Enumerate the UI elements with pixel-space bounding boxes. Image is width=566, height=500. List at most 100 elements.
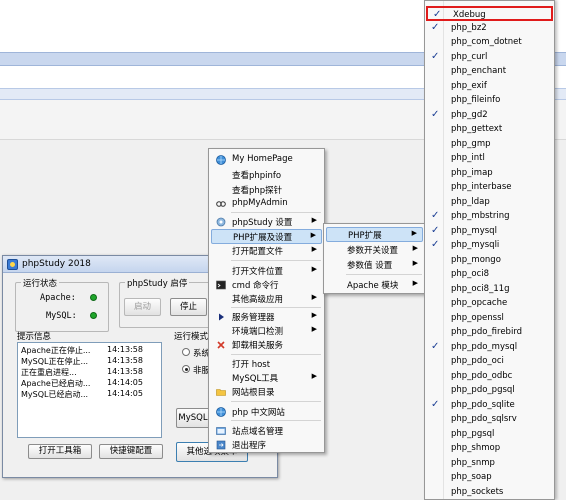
menu-item-php-extensions[interactable]: PHP扩展及设置 ▶ <box>211 229 322 244</box>
extension-name: php_pgsql <box>451 428 495 439</box>
menu-item-php-probe[interactable]: 查看php探针 <box>211 182 322 197</box>
extension-item[interactable]: php_opcache <box>426 296 553 311</box>
extension-name: php_gmp <box>451 138 491 149</box>
extension-name: php_intl <box>451 153 485 163</box>
apache-label: Apache: <box>40 293 76 303</box>
globe-icon <box>216 407 226 417</box>
mysql-manager-button[interactable]: MySQL <box>176 408 210 428</box>
menu-item-uninstall-services[interactable]: 卸载相关服务 <box>211 337 322 352</box>
extension-name: php_pdo_mysql <box>451 341 518 352</box>
extension-item[interactable]: php_enchant <box>426 64 553 79</box>
menu-item-exit[interactable]: 退出程序 <box>211 437 322 452</box>
extension-name: php_pdo_sqlsrv <box>451 414 517 424</box>
menu-item-service-manager[interactable]: 服务管理器 ▶ <box>211 309 322 324</box>
check-icon: ✓ <box>433 9 442 20</box>
extension-name: php_shmop <box>451 443 501 453</box>
log-box[interactable]: Apache正在停止... 14:13:58 MySQL正在停止... 14:13:… <box>17 342 162 438</box>
check-icon: ✓ <box>431 340 440 352</box>
uninstall-icon <box>217 341 225 349</box>
extension-item[interactable]: php_com_dotnet <box>426 35 553 50</box>
extension-item[interactable]: php_mongo <box>426 253 553 268</box>
submenu-item-php-extensions[interactable]: PHP扩展 ▶ <box>326 227 423 242</box>
extension-name: php_ldap <box>451 196 490 207</box>
log-row: MySQL已经启动... 14:14:05 <box>21 389 143 399</box>
open-toolbox-button[interactable]: 打开工具箱 <box>28 444 92 459</box>
extension-item[interactable]: php_snmp <box>426 456 553 471</box>
extension-item[interactable]: php_oci8_11g <box>426 282 553 297</box>
extension-item[interactable]: ✓ php_curl <box>426 50 553 65</box>
extension-item[interactable]: php_fileinfo <box>426 93 553 108</box>
menu-separator <box>231 420 321 421</box>
extension-name: php_mysqli <box>451 240 500 250</box>
extension-item[interactable]: ✓ php_pdo_sqlite <box>426 398 553 413</box>
extension-name: php_mongo <box>451 254 501 265</box>
extension-item[interactable]: php_soap <box>426 470 553 485</box>
menu-item-open-host[interactable]: 打开 host <box>211 356 322 371</box>
menu-item-phpmyadmin[interactable]: phpMyAdmin <box>211 196 322 211</box>
extension-item[interactable]: php_gmp <box>426 137 553 152</box>
extension-item[interactable]: php_pdo_odbc <box>426 369 553 384</box>
extension-name: php_gettext <box>451 124 503 134</box>
menu-item-cmd[interactable]: cmd 命令行 <box>211 277 322 292</box>
extension-item[interactable]: php_openssl <box>426 311 553 326</box>
extension-item[interactable]: php_pgsql <box>426 427 553 442</box>
play-icon <box>219 313 224 321</box>
extension-name: php_oci8_11g <box>451 283 510 294</box>
log-row: Apache正在停止... 14:13:58 <box>21 345 143 355</box>
check-icon: ✓ <box>431 108 440 120</box>
extension-name: php_curl <box>451 51 488 62</box>
submenu-item-param-values[interactable]: 参数值 设置 ▶ <box>326 257 423 272</box>
extension-item[interactable]: php_oci8 <box>426 267 553 282</box>
menu-item-port-check[interactable]: 环境端口检测 ▶ <box>211 323 322 338</box>
radio-system-service[interactable] <box>182 348 190 356</box>
run-mode-label: 运行模式 <box>174 332 209 342</box>
extension-item[interactable]: ✓ php_pdo_mysql <box>426 340 553 355</box>
menu-item-web-root[interactable]: 网站根目录 <box>211 384 322 399</box>
extension-name: php_snmp <box>451 457 495 468</box>
extension-item[interactable]: php_pdo_oci <box>426 354 553 369</box>
extension-item[interactable]: php_shmop <box>426 441 553 456</box>
menu-item-phpstudy-settings[interactable]: phpStudy 设置 ▶ <box>211 214 322 229</box>
extension-item[interactable]: php_pdo_firebird <box>426 325 553 340</box>
extension-item[interactable]: ✓ php_mysql <box>426 224 553 239</box>
extension-item[interactable]: php_exif <box>426 79 553 94</box>
check-icon: ✓ <box>431 224 440 236</box>
menu-item-phpinfo[interactable]: 查看phpinfo <box>211 167 322 182</box>
extension-item[interactable]: ✓ php_gd2 <box>426 108 553 123</box>
start-button[interactable]: 启动 <box>124 298 161 316</box>
extension-name: php_pdo_pgsql <box>451 385 515 395</box>
extension-name: php_pdo_oci <box>451 356 504 366</box>
extension-item[interactable]: php_interbase <box>426 180 553 195</box>
extension-item[interactable]: php_pdo_sqlsrv <box>426 412 553 427</box>
extension-item[interactable]: php_sockets <box>426 485 553 500</box>
extension-name: php_opcache <box>451 298 508 308</box>
stop-button[interactable]: 停止 <box>170 298 207 316</box>
extension-name: Xdebug <box>453 10 486 20</box>
menu-separator <box>231 401 321 402</box>
menu-item-open-file-location[interactable]: 打开文件位置 ▶ <box>211 263 322 278</box>
extension-item[interactable]: ✓ php_mysqli <box>426 238 553 253</box>
menu-item-php-chinese-site[interactable]: php 中文网站 <box>211 404 322 419</box>
extension-item[interactable]: php_pdo_pgsql <box>426 383 553 398</box>
phpstudy-app-icon <box>7 259 18 270</box>
menu-item-homepage[interactable]: My HomePage <box>211 152 322 167</box>
extension-item[interactable]: php_intl <box>426 151 553 166</box>
menu-item-open-config[interactable]: 打开配置文件 ▶ <box>211 243 322 258</box>
check-icon: ✓ <box>431 210 440 221</box>
menu-item-advanced[interactable]: 其他高级应用 ▶ <box>211 291 322 306</box>
submenu-item-param-switches[interactable]: 参数开关设置 ▶ <box>326 242 423 257</box>
extension-item[interactable]: php_gettext <box>426 122 553 137</box>
shortcut-config-button[interactable]: 快捷键配置 <box>99 444 163 459</box>
submenu-item-apache-modules[interactable]: Apache 模块 ▶ <box>326 277 423 292</box>
extension-item[interactable]: php_imap <box>426 166 553 181</box>
extension-item[interactable]: ✓ php_mbstring <box>426 209 553 224</box>
extension-item[interactable]: ✓ php_bz2 <box>426 21 553 36</box>
menu-item-mysql-tools[interactable]: MySQL工具 ▶ <box>211 370 322 385</box>
radio-non-service[interactable] <box>182 365 190 373</box>
menu-item-site-domain[interactable]: 站点域名管理 <box>211 423 322 438</box>
menu-separator <box>231 354 321 355</box>
window-title: phpStudy 2018 <box>22 259 91 269</box>
extension-name: php_pdo_sqlite <box>451 399 515 410</box>
extension-item[interactable]: php_ldap <box>426 195 553 210</box>
extension-item-highlighted[interactable]: ✓ Xdebug <box>426 6 553 21</box>
